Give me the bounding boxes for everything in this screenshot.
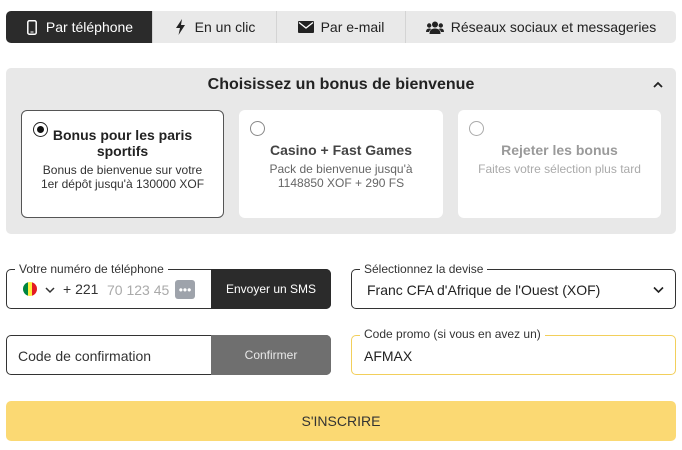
radio-unselected[interactable] [250,121,265,136]
users-icon [425,19,444,35]
chevron-down-icon[interactable] [652,283,665,296]
bonus-card-casino[interactable]: Casino + Fast Games Pack de bienvenue ju… [239,110,443,218]
bonus-title: Choisissez un bonus de bienvenue [207,76,475,93]
radio-unselected[interactable] [469,121,484,136]
lightning-icon [174,19,188,35]
tab-label: Réseaux sociaux et messageries [450,19,657,35]
tab-social[interactable]: Réseaux sociaux et messageries [406,11,676,43]
bonus-panel: Choisissez un bonus de bienvenue Bonus p… [6,68,676,234]
bonus-card-desc: Faites votre sélection plus tard [478,162,641,176]
registration-tabs: Par téléphone En un clic Par e-mail Rése… [6,11,676,43]
send-sms-button[interactable]: Envoyer un SMS [211,269,331,309]
bonus-card-reject[interactable]: Rejeter les bonus Faites votre sélection… [458,110,661,218]
bonus-card-sports[interactable]: Bonus pour les paris sportifs Bonus de b… [21,110,224,218]
currency-label: Sélectionnez la devise [360,262,488,276]
tab-email[interactable]: Par e-mail [277,11,406,43]
confirmation-field: Confirmer [6,335,331,375]
chevron-up-icon[interactable] [651,78,665,92]
phone-icon [25,19,39,35]
confirm-button[interactable]: Confirmer [211,335,331,375]
radio-selected[interactable] [33,122,48,137]
phone-field: Votre numéro de téléphone + 221 ••• Envo… [6,262,331,309]
promo-code-input[interactable] [364,346,654,366]
phone-input[interactable] [107,280,177,300]
tab-label: Par téléphone [45,19,134,35]
tab-phone[interactable]: Par téléphone [6,11,153,43]
confirmation-code-input[interactable] [18,346,203,366]
password-manager-icon[interactable]: ••• [175,280,195,299]
chevron-down-icon[interactable] [44,283,56,295]
promo-field: Code promo (si vous en avez un) [351,327,676,375]
senegal-flag-icon[interactable] [23,282,37,296]
bonus-card-title: Casino + Fast Games [269,142,412,158]
bonus-card-desc: Pack de bienvenue jusqu'à 1148850 XOF + … [269,162,413,190]
envelope-icon [297,19,314,35]
register-button[interactable]: S'INSCRIRE [6,401,676,441]
dial-code: + 221 [63,281,99,297]
bonus-card-desc: Bonus de bienvenue sur votre 1er dépôt j… [40,163,205,191]
currency-select[interactable]: Sélectionnez la devise Franc CFA d'Afriq… [351,262,676,309]
bonus-card-title: Rejeter les bonus [501,142,618,158]
tab-one-click[interactable]: En un clic [153,11,277,43]
bonus-card-title: Bonus pour les paris sportifs [52,127,193,159]
tab-label: En un clic [194,19,256,35]
currency-value: Franc CFA d'Afrique de l'Ouest (XOF) [367,282,601,298]
phone-field-label: Votre numéro de téléphone [15,262,168,276]
promo-label: Code promo (si vous en avez un) [360,327,545,341]
tab-label: Par e-mail [320,19,385,35]
